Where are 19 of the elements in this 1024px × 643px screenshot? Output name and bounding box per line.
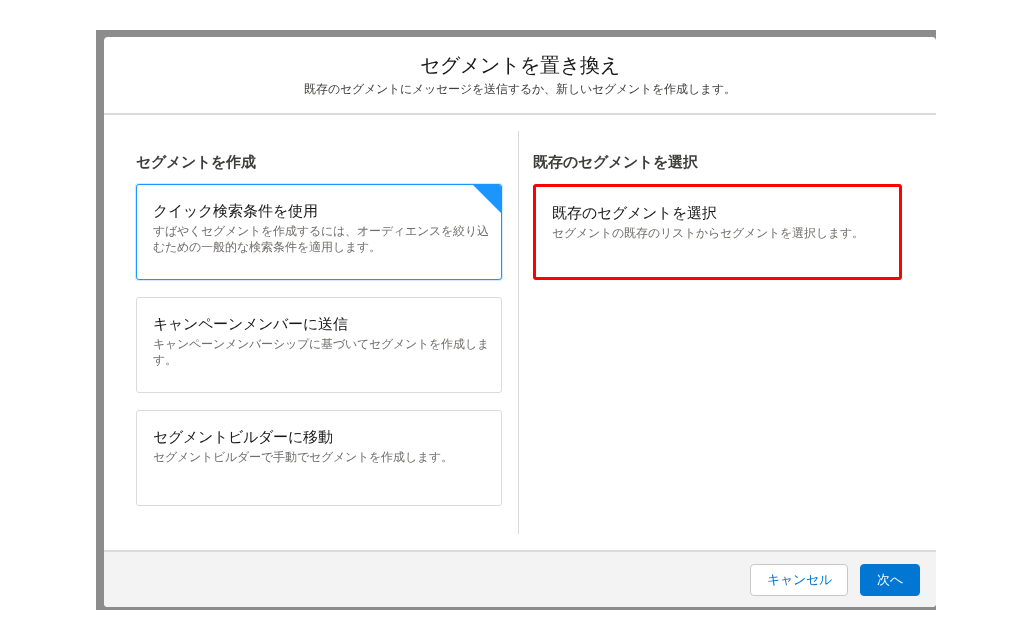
- card-description: セグメントの既存のリストからセグメントを選択します。: [552, 224, 865, 241]
- modal-subtitle: 既存のセグメントにメッセージを送信するか、新しいセグメントを作成します。: [304, 81, 736, 98]
- card-title: キャンペーンメンバーに送信: [153, 313, 349, 334]
- option-card[interactable]: 既存のセグメントを選択 セグメントの既存のリストからセグメントを選択します。: [533, 183, 902, 280]
- card-title: セグメントビルダーに移動: [153, 426, 334, 447]
- option-card[interactable]: セグメントビルダーに移動 セグメントビルダーで手動でセグメントを作成します。: [136, 409, 502, 506]
- card-title: 既存のセグメントを選択: [552, 202, 718, 223]
- card-description: すばやくセグメントを作成するには、オーディエンスを絞り込むための一般的な検索条件を適用します。: [153, 222, 490, 255]
- section-heading: 既存のセグメントを選択: [533, 152, 699, 172]
- selected-corner-icon: [473, 184, 501, 213]
- card-title: クイック検索条件を使用: [153, 200, 319, 221]
- section-heading: セグメントを作成: [136, 152, 257, 172]
- card-description: キャンペーンメンバーシップに基づいてセグメントを作成します。: [153, 335, 490, 368]
- modal-title: セグメントを置き換え: [420, 53, 620, 78]
- cancel-button[interactable]: キャンセル: [750, 563, 848, 596]
- option-card[interactable]: クイック検索条件を使用 すばやくセグメントを作成するには、オーディエンスを絞り込むための一般的な検索条件を適用します。: [136, 183, 502, 280]
- option-card[interactable]: キャンペーンメンバーに送信 キャンペーンメンバーシップに基づいてセグメントを作成します。: [136, 296, 502, 393]
- card-description: セグメントビルダーで手動でセグメントを作成します。: [153, 448, 454, 465]
- next-button[interactable]: 次へ: [860, 563, 920, 596]
